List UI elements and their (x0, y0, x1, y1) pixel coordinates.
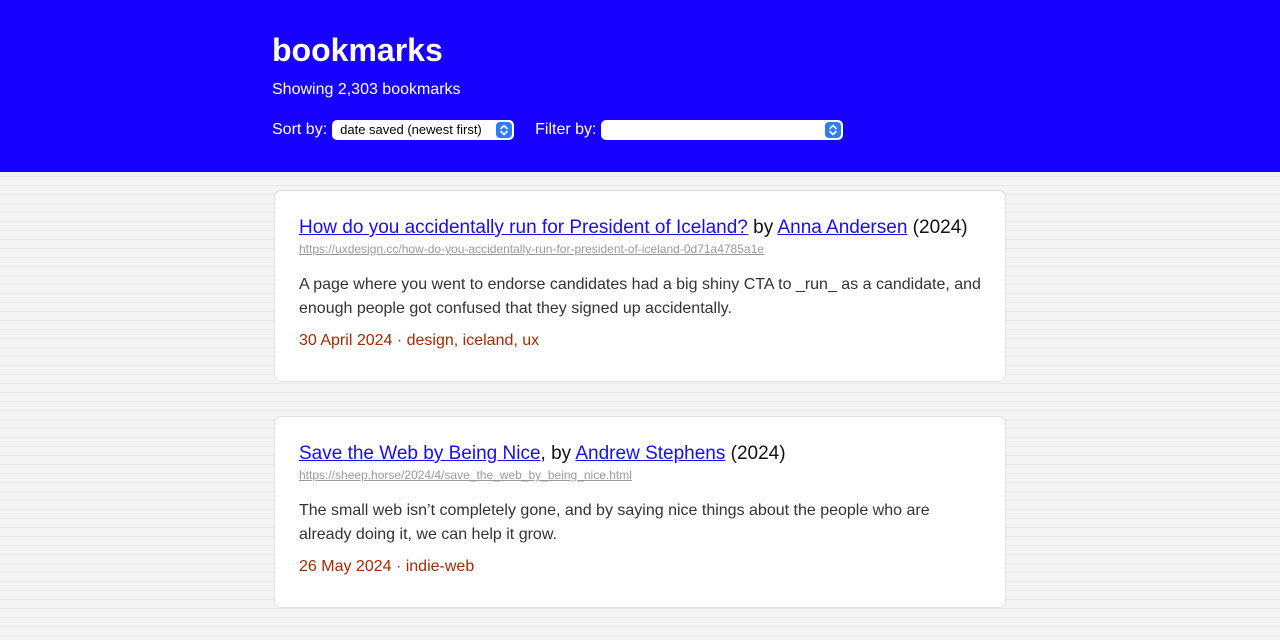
bookmark-year: (2024) (725, 443, 786, 464)
bookmark-heading: How do you accidentally run for Presiden… (299, 215, 981, 241)
bookmark-card: Save the Web by Being Nice, by Andrew St… (274, 416, 1006, 608)
controls-bar: Sort by: date saved (newest first) Filte… (272, 120, 1012, 140)
bookmark-url-link[interactable]: https://uxdesign.cc/how-do-you-accidenta… (299, 241, 981, 257)
bookmark-year: (2024) (907, 217, 968, 238)
bookmark-title-link[interactable]: Save the Web by Being Nice (299, 443, 541, 464)
bookmark-count: Showing 2,303 bookmarks (272, 81, 461, 98)
bookmark-meta: 26 May 2024 · indie-web (299, 558, 475, 575)
select-arrows-icon (825, 122, 842, 138)
filter-label: Filter by: (535, 121, 597, 138)
bookmark-author-link[interactable]: Anna Andersen (777, 217, 907, 238)
sort-select-value: date saved (newest first) (340, 122, 482, 137)
sort-select[interactable]: date saved (newest first) (332, 120, 515, 140)
bookmark-heading: Save the Web by Being Nice, by Andrew St… (299, 441, 981, 467)
bookmark-by: , by (540, 443, 576, 464)
site-header: bookmarks Showing 2,303 bookmarks Sort b… (0, 0, 1280, 172)
bookmark-card: How do you accidentally run for Presiden… (274, 190, 1006, 382)
bookmark-url-link[interactable]: https://sheep.horse/2024/4/save_the_web_… (299, 467, 981, 483)
bookmark-description: The small web isn’t completely gone, and… (299, 502, 930, 543)
bookmark-meta: 30 April 2024 · design, iceland, ux (299, 332, 540, 349)
select-arrows-icon (496, 122, 513, 138)
filter-select[interactable] (601, 120, 844, 140)
page-title: bookmarks (272, 32, 443, 68)
bookmark-description: A page where you went to endorse candida… (299, 276, 981, 317)
header-content: bookmarks Showing 2,303 bookmarks Sort b… (272, 30, 1012, 140)
sort-label: Sort by: (272, 121, 328, 138)
bookmark-author-link[interactable]: Andrew Stephens (575, 443, 725, 464)
bookmark-by: by (747, 217, 778, 238)
bookmark-title-link[interactable]: How do you accidentally run for Presiden… (299, 217, 748, 238)
